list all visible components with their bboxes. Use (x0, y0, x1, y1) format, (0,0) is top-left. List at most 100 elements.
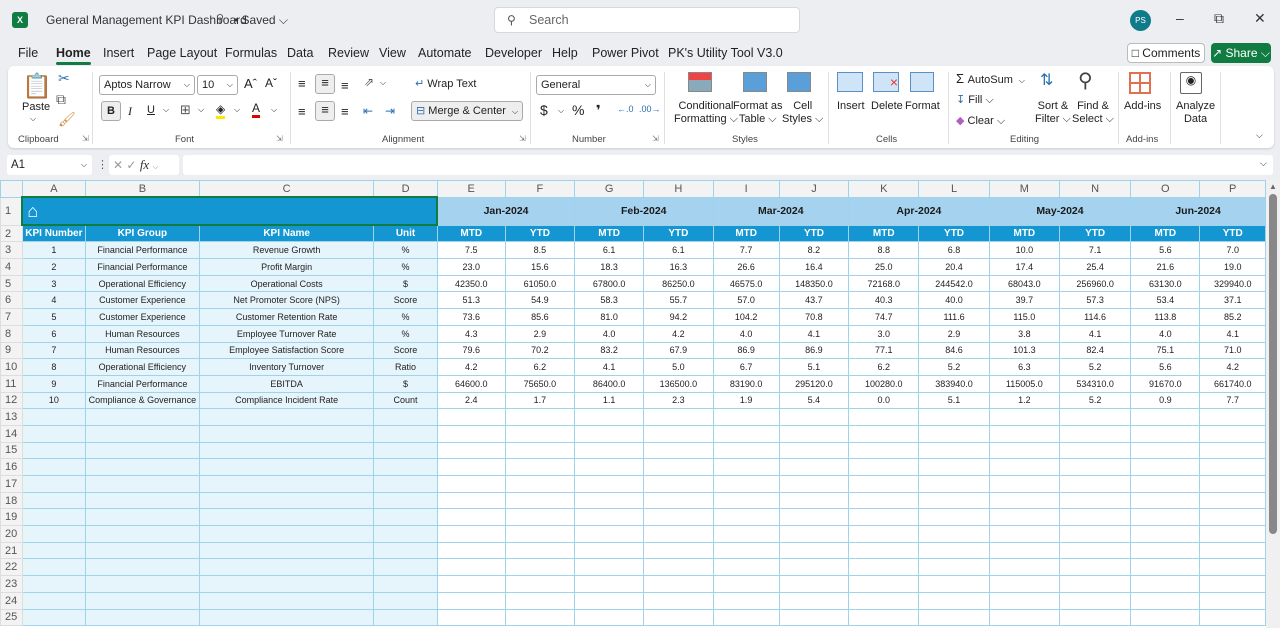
column-header-k[interactable]: K (848, 180, 920, 198)
empty-cell[interactable] (436, 458, 506, 476)
column-header-d[interactable]: D (373, 180, 438, 198)
format-cells-button[interactable]: Format (905, 100, 940, 112)
empty-cell[interactable] (436, 575, 506, 593)
empty-cell[interactable] (918, 441, 990, 460)
empty-cell[interactable] (21, 558, 86, 577)
empty-cell[interactable] (778, 458, 850, 476)
cell-unit[interactable]: Score (373, 341, 438, 360)
tab-developer[interactable]: Developer (485, 46, 542, 60)
cell-value[interactable]: 661740.0 (1199, 374, 1266, 393)
cell-value[interactable]: 85.6 (504, 308, 576, 326)
empty-cell[interactable] (84, 408, 200, 426)
empty-cell[interactable] (373, 424, 438, 443)
cell-value[interactable]: 79.6 (436, 341, 506, 360)
tab-help[interactable]: Help (552, 46, 578, 60)
orientation-dropdown-icon[interactable]: ⌵ (380, 78, 386, 88)
cell-value[interactable]: 6.1 (643, 241, 714, 260)
cell-value[interactable]: 2.3 (643, 391, 714, 410)
cell-value[interactable]: 111.6 (918, 308, 990, 326)
cell-value[interactable]: 86.9 (712, 341, 780, 360)
cell-value[interactable]: 104.2 (712, 308, 780, 326)
underline-button[interactable]: U (147, 104, 155, 116)
empty-cell[interactable] (84, 508, 200, 527)
cell-value[interactable]: 64600.0 (436, 374, 506, 393)
row-header[interactable]: 17 (0, 475, 23, 493)
close-button[interactable]: ✕ (1254, 10, 1266, 27)
percent-button[interactable]: % (572, 102, 584, 118)
empty-cell[interactable] (198, 558, 375, 577)
worksheet-grid[interactable]: A B C D E F G H I J K L M N O P 1 ⌂ Jan-2024 Feb-2024 Mar-20… (0, 180, 1266, 628)
column-header-e[interactable]: E (436, 180, 506, 198)
empty-cell[interactable] (1130, 608, 1201, 627)
more-options-icon[interactable]: ⋮ (97, 158, 108, 171)
empty-cell[interactable] (643, 575, 714, 593)
empty-cell[interactable] (373, 575, 438, 593)
empty-cell[interactable] (643, 408, 714, 426)
empty-cell[interactable] (84, 591, 200, 610)
empty-cell[interactable] (84, 458, 200, 476)
empty-cell[interactable] (373, 591, 438, 610)
font-launcher-icon[interactable]: ⇲ (276, 134, 283, 143)
empty-cell[interactable] (1199, 558, 1266, 577)
empty-cell[interactable] (1199, 475, 1266, 493)
cell-group[interactable]: Financial Performance (84, 258, 200, 276)
empty-cell[interactable] (504, 591, 576, 610)
cell-value[interactable]: 57.0 (712, 291, 780, 310)
empty-cell[interactable] (643, 491, 714, 510)
cell-value[interactable]: 4.1 (778, 324, 850, 343)
cell-value[interactable]: 101.3 (988, 341, 1060, 360)
cell-value[interactable]: 7.5 (436, 241, 506, 260)
empty-cell[interactable] (1130, 591, 1201, 610)
cell-value[interactable]: 21.6 (1130, 258, 1201, 276)
empty-cell[interactable] (918, 458, 990, 476)
empty-cell[interactable] (373, 458, 438, 476)
empty-cell[interactable] (574, 458, 645, 476)
empty-cell[interactable] (373, 558, 438, 577)
empty-cell[interactable] (712, 424, 780, 443)
column-header-j[interactable]: J (778, 180, 850, 198)
empty-cell[interactable] (712, 508, 780, 527)
cell-value[interactable]: 4.2 (1199, 358, 1266, 376)
empty-cell[interactable] (712, 475, 780, 493)
cell-value[interactable]: 10.0 (988, 241, 1060, 260)
empty-cell[interactable] (21, 575, 86, 593)
empty-cell[interactable] (918, 541, 990, 560)
cell-styles-button[interactable]: Cell Styles ⌵ (782, 100, 823, 126)
cell-value[interactable]: 4.0 (712, 324, 780, 343)
empty-cell[interactable] (373, 608, 438, 627)
empty-cell[interactable] (918, 558, 990, 577)
empty-cell[interactable] (21, 475, 86, 493)
cell-group[interactable]: Financial Performance (84, 374, 200, 393)
empty-cell[interactable] (436, 491, 506, 510)
decrease-font-size-icon[interactable]: Aˇ (265, 76, 277, 90)
empty-cell[interactable] (436, 508, 506, 527)
name-box[interactable]: A1 ⌵ (7, 155, 92, 175)
cell-value[interactable]: 81.0 (574, 308, 645, 326)
row-header[interactable]: 4 (0, 258, 23, 276)
empty-cell[interactable] (21, 525, 86, 543)
empty-cell[interactable] (373, 441, 438, 460)
align-middle-icon[interactable]: ≡ (315, 74, 335, 94)
empty-cell[interactable] (21, 541, 86, 560)
cell-value[interactable]: 67800.0 (574, 274, 645, 293)
empty-cell[interactable] (712, 408, 780, 426)
analyze-data-icon[interactable]: ◉ (1180, 72, 1202, 94)
cell-value[interactable]: 3.0 (848, 324, 920, 343)
empty-cell[interactable] (988, 608, 1060, 627)
select-all-corner[interactable] (0, 180, 23, 198)
currency-dropdown-icon[interactable]: ⌵ (558, 106, 564, 116)
empty-cell[interactable] (778, 541, 850, 560)
empty-cell[interactable] (574, 591, 645, 610)
cell-value[interactable]: 40.0 (918, 291, 990, 310)
cell-name[interactable]: EBITDA (198, 374, 375, 393)
empty-cell[interactable] (504, 491, 576, 510)
empty-cell[interactable] (504, 558, 576, 577)
format-as-table-icon[interactable] (743, 72, 767, 92)
cell-value[interactable]: 5.4 (778, 391, 850, 410)
empty-cell[interactable] (504, 408, 576, 426)
empty-cell[interactable] (436, 441, 506, 460)
cell-unit[interactable]: Count (373, 391, 438, 410)
cell-value[interactable]: 6.2 (504, 358, 576, 376)
empty-cell[interactable] (848, 491, 920, 510)
cell-value[interactable]: 148350.0 (778, 274, 850, 293)
